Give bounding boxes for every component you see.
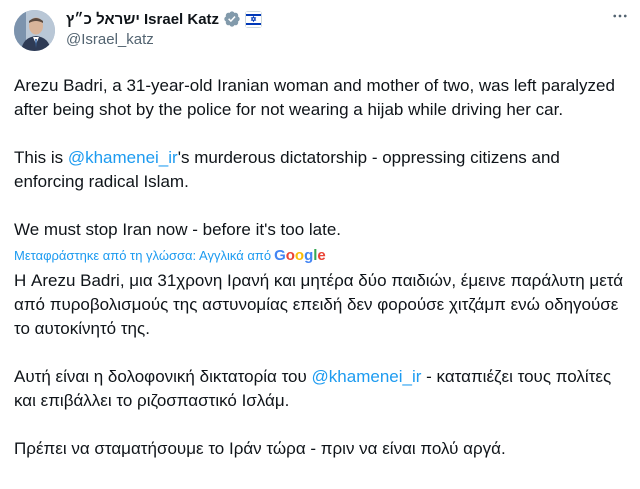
translated-mention-link[interactable]: @khamenei_ir [312, 367, 422, 386]
author-handle[interactable]: @Israel_katz [66, 31, 262, 48]
translated-paragraph-1: Η Arezu Badri, μια 31χρονη Ιρανή και μητ… [14, 271, 624, 338]
israel-flag-icon[interactable] [245, 10, 263, 28]
translated-paragraph-2-start: Αυτή είναι η δολοφονική δικτατορία του [14, 367, 312, 386]
google-logo: Google [274, 247, 326, 264]
tweet-paragraph-3: We must stop Iran now - before it's too … [14, 220, 342, 239]
author-display-name[interactable]: ישראל כ״ץ Israel Katz [66, 11, 219, 28]
translated-paragraph-2: Αυτή είναι η δολοφονική δικτατορία του @… [14, 365, 626, 413]
author-name-row: ישראל כ״ץ Israel Katz [66, 9, 263, 29]
avatar[interactable] [14, 10, 55, 51]
tweet-body: Arezu Badri, a 31-year-old Iranian woman… [14, 74, 626, 461]
mention-link[interactable]: @khamenei_ir [68, 148, 178, 167]
verified-badge-icon[interactable] [223, 10, 241, 28]
tweet-paragraph-2: This is @khamenei_ir's murderous dictato… [14, 146, 626, 194]
more-horizontal-icon[interactable] [610, 6, 630, 26]
translated-text: Η Arezu Badri, μια 31χρονη Ιρανή και μητ… [14, 269, 626, 461]
translation-attribution[interactable]: Μεταφράστηκε από τη γλώσσα: Αγγλικά από … [14, 247, 626, 265]
translated-paragraph-3: Πρέπει να σταματήσουμε το Ιράν τώρα - πρ… [14, 439, 506, 458]
translation-label: Μεταφράστηκε από τη γλώσσα: Αγγλικά από [14, 248, 272, 263]
tweet-paragraph-2-start: This is [14, 148, 68, 167]
tweet-paragraph-1: Arezu Badri, a 31-year-old Iranian woman… [14, 76, 615, 119]
tweet-header: ישראל כ״ץ Israel Katz @Israel_katz [14, 8, 626, 54]
author-names: ישראל כ״ץ Israel Katz @Israel_katz [66, 9, 263, 48]
tweet-card: ישראל כ״ץ Israel Katz @Israel_katz Arezu… [0, 0, 640, 489]
